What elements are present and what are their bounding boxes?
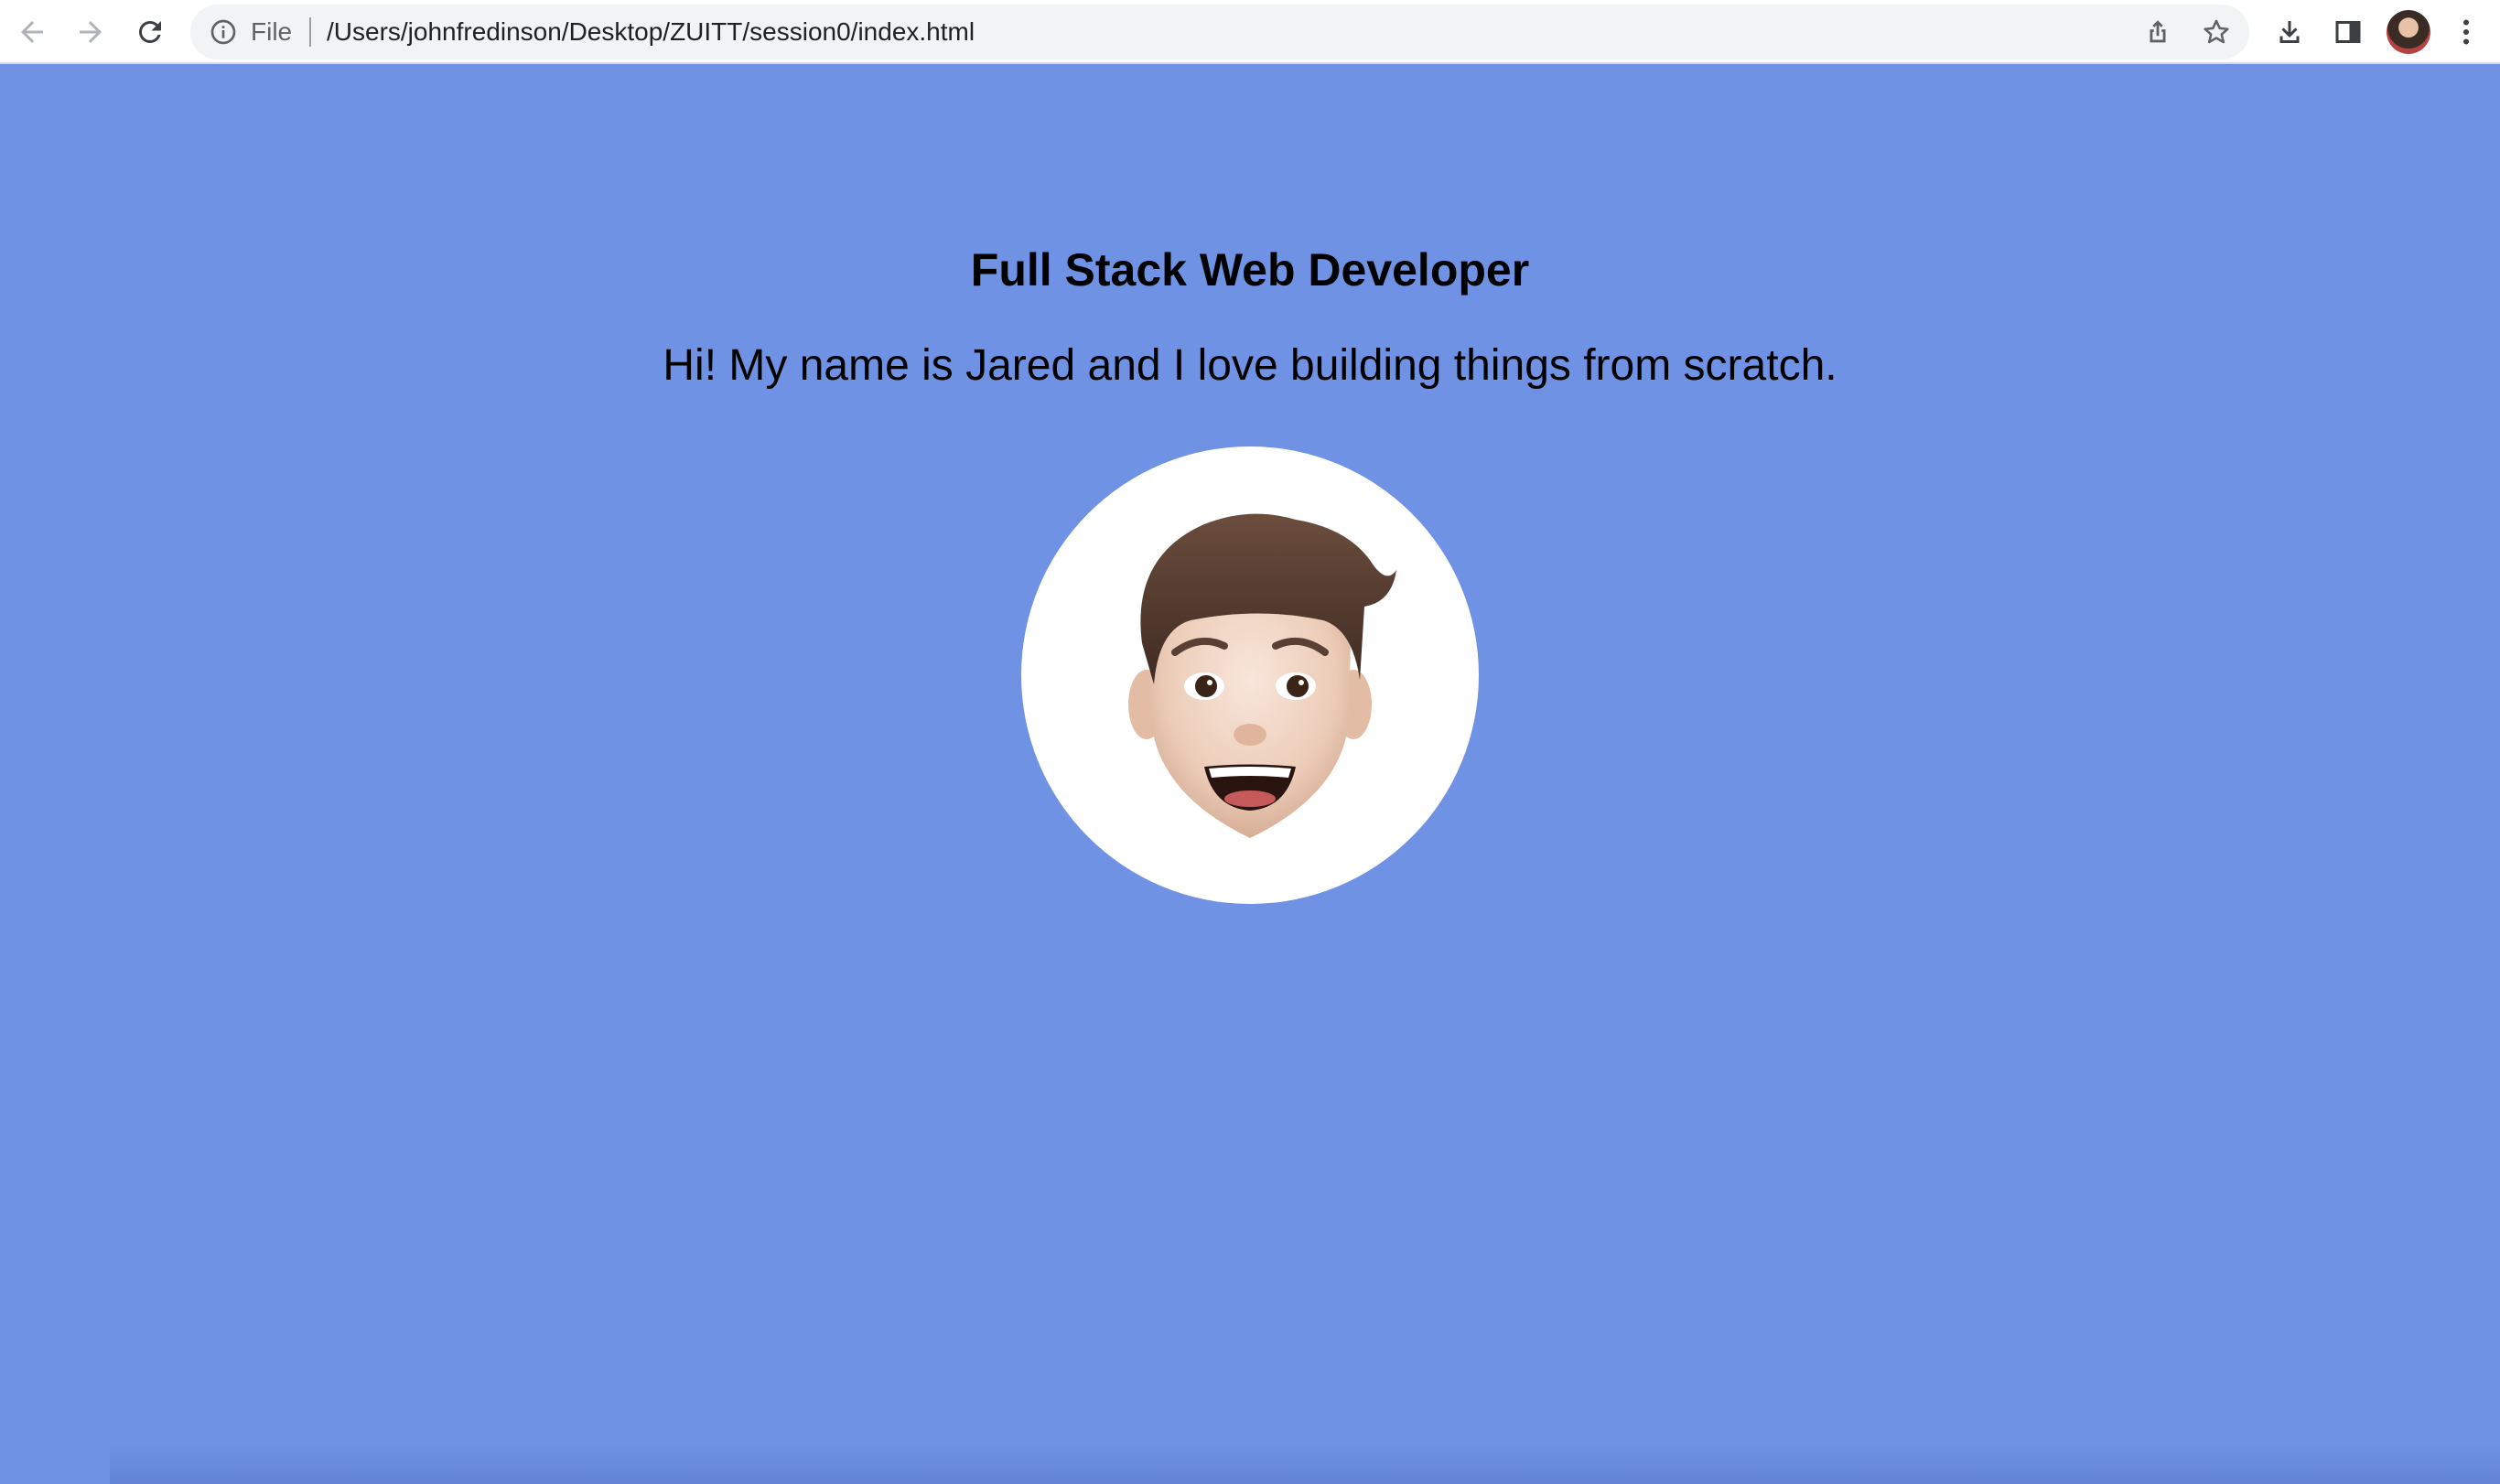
kebab-menu-icon <box>2463 19 2469 45</box>
arrow-right-icon <box>80 21 102 43</box>
share-icon <box>2150 20 2166 43</box>
star-icon <box>2204 19 2229 44</box>
side-panel-button[interactable] <box>2324 8 2372 56</box>
downloads-button[interactable] <box>2266 8 2313 56</box>
browser-toolbar: File /Users/johnfredinson/Desktop/ZUITT/… <box>0 0 2500 64</box>
side-panel-icon <box>2335 21 2361 43</box>
forward-button[interactable] <box>67 8 114 56</box>
share-button[interactable] <box>2139 14 2176 50</box>
bottom-edge-shadow <box>110 1444 2500 1484</box>
site-info-button[interactable] <box>207 16 240 48</box>
page-title: Full Stack Web Developer <box>970 244 1530 296</box>
browser-menu-button[interactable] <box>2442 8 2490 56</box>
download-icon <box>2279 21 2300 43</box>
arrow-left-icon <box>21 21 43 43</box>
reload-icon <box>138 20 161 43</box>
omnibox-divider <box>309 17 311 47</box>
scheme-label: File <box>251 17 293 46</box>
bookmark-button[interactable] <box>2198 14 2235 50</box>
profile-avatar[interactable] <box>2387 10 2430 54</box>
intro-text: Hi! My name is Jared and I love building… <box>663 341 1837 390</box>
back-button[interactable] <box>8 8 56 56</box>
reload-button[interactable] <box>126 8 174 56</box>
info-circle-icon <box>210 19 236 45</box>
address-bar[interactable]: File /Users/johnfredinson/Desktop/ZUITT/… <box>190 5 2249 59</box>
url-text[interactable]: /Users/johnfredinson/Desktop/ZUITT/sessi… <box>327 5 975 59</box>
page-content: Full Stack Web Developer Hi! My name is … <box>0 64 2500 1484</box>
profile-portrait <box>1021 446 1479 904</box>
memoji-avatar <box>1128 513 1396 838</box>
